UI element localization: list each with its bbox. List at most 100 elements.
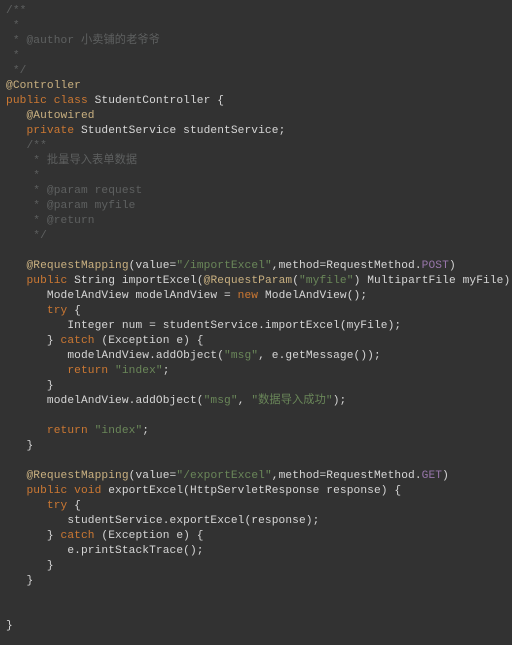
code-token: , e.getMessage());	[258, 350, 381, 362]
code-token: }	[6, 620, 13, 632]
code-line: } catch (Exception e) {	[6, 334, 506, 349]
code-line: } catch (Exception e) {	[6, 529, 506, 544]
code-token: e.printStackTrace();	[67, 545, 203, 557]
code-line: modelAndView.addObject("msg", "数据导入成功");	[6, 394, 506, 409]
code-line: try {	[6, 304, 506, 319]
code-line: * 批量导入表单数据	[6, 154, 506, 169]
code-line: }	[6, 574, 506, 589]
code-token: (Exception e) {	[101, 530, 203, 542]
code-line: return "index";	[6, 364, 506, 379]
code-line	[6, 454, 506, 469]
code-token	[6, 605, 13, 617]
code-line: Integer num = studentService.importExcel…	[6, 319, 506, 334]
code-token: public void	[26, 485, 108, 497]
code-line: private StudentService studentService;	[6, 124, 506, 139]
code-token: *	[6, 20, 20, 32]
code-token	[6, 245, 13, 257]
code-token: new	[238, 290, 265, 302]
code-line: *	[6, 19, 506, 34]
code-token: try	[47, 500, 74, 512]
code-block: /** * * @author 小卖铺的老爷爷 * */ @Controller p…	[0, 0, 512, 638]
code-token: * @param request	[26, 185, 142, 197]
code-token: }	[26, 575, 33, 587]
code-line: studentService.exportExcel(response);	[6, 514, 506, 529]
code-token: "index"	[115, 365, 163, 377]
code-token: POST	[422, 260, 449, 272]
code-token: */	[6, 65, 26, 77]
code-line: public void exportExcel(HttpServletRespo…	[6, 484, 506, 499]
code-line: */	[6, 229, 506, 244]
code-token: {	[74, 305, 81, 317]
code-line: }	[6, 619, 506, 634]
code-token: */	[26, 230, 46, 242]
code-line: *	[6, 169, 506, 184]
code-token: GET	[422, 470, 442, 482]
code-token: * 批量导入表单数据	[26, 155, 137, 167]
code-token: );	[333, 395, 347, 407]
code-token: ,method=RequestMethod.	[272, 470, 422, 482]
code-line: try {	[6, 499, 506, 514]
code-token: (value=	[129, 470, 177, 482]
code-line: ModelAndView modelAndView = new ModelAnd…	[6, 289, 506, 304]
code-token: modelAndView.addObject(	[67, 350, 224, 362]
code-token: importExcel	[122, 275, 197, 287]
code-token: /**	[6, 5, 26, 17]
code-token: studentService.exportExcel(response);	[67, 515, 319, 527]
code-token: }	[47, 530, 61, 542]
code-token: * @param myfile	[26, 200, 135, 212]
code-token: ,	[238, 395, 252, 407]
code-line: * @author 小卖铺的老爷爷	[6, 34, 506, 49]
code-line: modelAndView.addObject("msg", e.getMessa…	[6, 349, 506, 364]
code-line	[6, 409, 506, 424]
code-token: )	[442, 470, 449, 482]
code-token: return	[67, 365, 115, 377]
code-token: * @author 小卖铺的老爷爷	[6, 35, 160, 47]
code-line: /**	[6, 139, 506, 154]
code-token: StudentController {	[95, 95, 224, 107]
code-token: private	[26, 125, 81, 137]
code-token: @RequestMapping	[26, 260, 128, 272]
code-token: (HttpServletResponse response) {	[183, 485, 401, 497]
code-token: "msg"	[224, 350, 258, 362]
code-line: e.printStackTrace();	[6, 544, 506, 559]
code-token: catch	[61, 335, 102, 347]
code-token: "myfile"	[299, 275, 354, 287]
code-token: "msg"	[204, 395, 238, 407]
code-token: (Exception e) {	[101, 335, 203, 347]
code-token: ,method=RequestMethod.	[272, 260, 422, 272]
code-token: (	[197, 275, 204, 287]
code-token: /**	[26, 140, 46, 152]
code-token: *	[26, 170, 40, 182]
code-token: }	[47, 335, 61, 347]
code-token: "index"	[95, 425, 143, 437]
code-token: return	[47, 425, 95, 437]
code-token	[6, 590, 13, 602]
code-token: StudentService studentService;	[81, 125, 285, 137]
code-token: }	[47, 380, 54, 392]
code-token: "数据导入成功"	[251, 395, 332, 407]
code-line: @RequestMapping(value="/importExcel",met…	[6, 259, 506, 274]
code-token: modelAndView.addObject(	[47, 395, 204, 407]
code-token: }	[26, 440, 33, 452]
code-line: return "index";	[6, 424, 506, 439]
code-line: */	[6, 64, 506, 79]
code-token: exportExcel	[108, 485, 183, 497]
code-token: ModelAndView();	[265, 290, 367, 302]
code-token: ;	[163, 365, 170, 377]
code-token: @Controller	[6, 80, 81, 92]
code-token: catch	[61, 530, 102, 542]
code-line: @Controller	[6, 79, 506, 94]
code-line	[6, 604, 506, 619]
code-line: public String importExcel(@RequestParam(…	[6, 274, 506, 289]
code-line: }	[6, 559, 506, 574]
code-token: @RequestMapping	[26, 470, 128, 482]
code-line: /**	[6, 4, 506, 19]
code-token	[6, 410, 13, 422]
code-line: public class StudentController {	[6, 94, 506, 109]
code-line	[6, 589, 506, 604]
code-token: )	[449, 260, 456, 272]
code-token: String	[74, 275, 122, 287]
code-token: {	[74, 500, 81, 512]
code-token: "/importExcel"	[176, 260, 271, 272]
code-token: Integer num = studentService.importExcel…	[67, 320, 401, 332]
